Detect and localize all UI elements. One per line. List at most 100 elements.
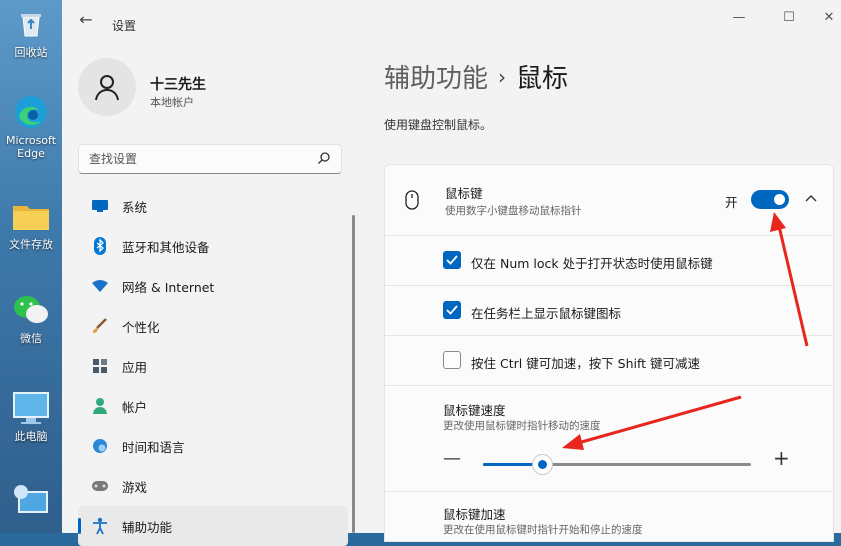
nav-item-system[interactable]: 系统 xyxy=(78,186,348,226)
maximize-icon: ☐ xyxy=(783,10,795,25)
folder-icon xyxy=(11,196,51,236)
page-description: 使用键盘控制鼠标。 xyxy=(384,118,493,132)
desktop-icon-network[interactable] xyxy=(0,480,62,522)
desktop-icon-wechat[interactable]: 微信 xyxy=(0,290,62,345)
mouse-keys-speed-card: 鼠标键速度 更改使用鼠标键时指针移动的速度 — + xyxy=(384,386,834,492)
search-input[interactable] xyxy=(79,145,319,173)
edge-icon xyxy=(11,92,51,132)
nav-item-personalization[interactable]: 个性化 xyxy=(78,306,348,346)
maximize-button[interactable]: ☐ xyxy=(774,6,804,30)
slider-thumb[interactable] xyxy=(532,455,552,474)
breadcrumb: 辅助功能 › 鼠标 xyxy=(384,58,568,95)
desktop-icon-label: 回收站 xyxy=(14,46,48,59)
mouse-keys-card[interactable]: 鼠标键 使用数字小键盘移动鼠标指针 开 xyxy=(384,164,834,236)
checkmark-icon xyxy=(446,255,458,265)
mouse-icon xyxy=(405,190,419,210)
nav-list: 系统 蓝牙和其他设备 网络 & Internet 个性化 应用 帐户 时间和语言… xyxy=(78,186,348,546)
minimize-icon: — xyxy=(732,10,746,25)
close-button[interactable]: ✕ xyxy=(814,6,841,30)
user-name: 十三先生 xyxy=(150,77,206,93)
sidebar-scrollbar[interactable] xyxy=(352,215,355,533)
desktop-strip: 回收站 Microsoft Edge 文件存放 微信 此电脑 xyxy=(0,0,62,533)
checkmark-icon xyxy=(446,305,458,315)
accessibility-icon xyxy=(90,516,110,536)
sidebar: 十三先生 本地帐户 系统 蓝牙和其他设备 网络 & Internet 个性化 xyxy=(62,40,355,546)
option-label: 仅在 Num lock 处于打开状态时使用鼠标键 xyxy=(471,256,713,271)
selection-indicator xyxy=(78,518,81,534)
nav-item-label: 帐户 xyxy=(122,399,148,415)
apps-icon xyxy=(90,356,110,376)
acceleration-description: 更改在使用鼠标键时指针开始和停止的速度 xyxy=(443,524,643,536)
search-box xyxy=(78,144,342,174)
nav-item-label: 时间和语言 xyxy=(122,439,185,455)
speed-title: 鼠标键速度 xyxy=(443,403,506,418)
mouse-keys-title: 鼠标键 xyxy=(445,186,483,201)
wechat-icon xyxy=(11,290,51,330)
nav-item-label: 个性化 xyxy=(122,319,160,335)
speed-slider[interactable] xyxy=(483,455,751,474)
nav-item-label: 蓝牙和其他设备 xyxy=(122,239,210,255)
account-icon xyxy=(90,396,110,416)
nav-item-label: 应用 xyxy=(122,359,148,375)
mouse-keys-description: 使用数字小键盘移动鼠标指针 xyxy=(445,205,582,217)
main-content: 辅助功能 › 鼠标 使用键盘控制鼠标。 鼠标键 使用数字小键盘移动鼠标指针 开 仅在… xyxy=(358,40,841,542)
nav-item-label: 系统 xyxy=(122,199,148,215)
ctrl-shift-checkbox[interactable] xyxy=(443,351,461,369)
desktop-icon-label: 文件存放 xyxy=(9,238,53,251)
nav-item-accounts[interactable]: 帐户 xyxy=(78,386,348,426)
nav-item-label: 网络 & Internet xyxy=(122,279,215,295)
search-icon[interactable] xyxy=(317,151,331,165)
nav-item-time-language[interactable]: 时间和语言 xyxy=(78,426,348,466)
user-icon xyxy=(95,75,119,101)
window-title: 设置 xyxy=(112,19,137,33)
minus-icon: — xyxy=(443,448,461,469)
nav-item-accessibility[interactable]: 辅助功能 xyxy=(78,506,348,546)
wifi-icon xyxy=(90,276,110,296)
nav-item-bluetooth[interactable]: 蓝牙和其他设备 xyxy=(78,226,348,266)
speed-description: 更改使用鼠标键时指针移动的速度 xyxy=(443,420,601,432)
desktop-icon-recycle-bin[interactable]: 回收站 xyxy=(0,4,62,59)
settings-window: ← 设置 — ☐ ✕ 十三先生 本地帐户 系统 蓝牙和其他设备 xyxy=(62,0,841,546)
computer-icon xyxy=(11,388,51,428)
nav-item-network[interactable]: 网络 & Internet xyxy=(78,266,348,306)
breadcrumb-parent[interactable]: 辅助功能 xyxy=(384,64,488,94)
chevron-right-icon: › xyxy=(498,65,507,89)
option-taskbar-icon: 在任务栏上显示鼠标键图标 xyxy=(384,286,834,336)
desktop-icon-label: 此电脑 xyxy=(14,430,48,443)
globe-icon xyxy=(90,436,110,456)
nav-item-apps[interactable]: 应用 xyxy=(78,346,348,386)
nav-item-label: 游戏 xyxy=(122,479,148,495)
chevron-up-icon[interactable] xyxy=(802,190,820,208)
minimize-button[interactable]: — xyxy=(724,6,754,30)
system-icon xyxy=(90,196,110,216)
option-label: 在任务栏上显示鼠标键图标 xyxy=(471,306,622,321)
network-icon xyxy=(11,480,51,520)
gamepad-icon xyxy=(90,476,110,496)
avatar[interactable] xyxy=(78,58,136,116)
option-ctrl-shift: 按住 Ctrl 键可加速，按下 Shift 键可减速 xyxy=(384,336,834,386)
taskbar-icon-checkbox[interactable] xyxy=(443,301,461,319)
mouse-keys-toggle[interactable] xyxy=(751,190,789,209)
page-title: 鼠标 xyxy=(516,64,569,94)
desktop-icon-folder[interactable]: 文件存放 xyxy=(0,196,62,251)
toggle-knob xyxy=(774,194,785,205)
brush-icon xyxy=(90,316,110,336)
numlock-checkbox[interactable] xyxy=(443,251,461,269)
toggle-state-label: 开 xyxy=(725,195,738,210)
desktop-icon-edge[interactable]: Microsoft Edge xyxy=(0,92,62,160)
desktop-icon-label: Microsoft Edge xyxy=(5,134,57,160)
title-bar: ← 设置 — ☐ ✕ xyxy=(62,0,841,40)
desktop-icon-label: 微信 xyxy=(20,332,42,345)
close-icon: ✕ xyxy=(823,10,835,25)
desktop-icon-computer[interactable]: 此电脑 xyxy=(0,388,62,443)
recycle-bin-icon xyxy=(11,4,51,44)
nav-item-gaming[interactable]: 游戏 xyxy=(78,466,348,506)
bluetooth-icon xyxy=(90,236,110,256)
option-numlock: 仅在 Num lock 处于打开状态时使用鼠标键 xyxy=(384,236,834,286)
account-type: 本地帐户 xyxy=(150,96,194,109)
arrow-left-icon: ← xyxy=(79,10,93,29)
back-button[interactable]: ← xyxy=(76,10,96,30)
acceleration-title: 鼠标键加速 xyxy=(443,507,506,522)
option-label: 按住 Ctrl 键可加速，按下 Shift 键可减速 xyxy=(471,356,701,371)
mouse-keys-acceleration-card: 鼠标键加速 更改在使用鼠标键时指针开始和停止的速度 xyxy=(384,492,834,542)
